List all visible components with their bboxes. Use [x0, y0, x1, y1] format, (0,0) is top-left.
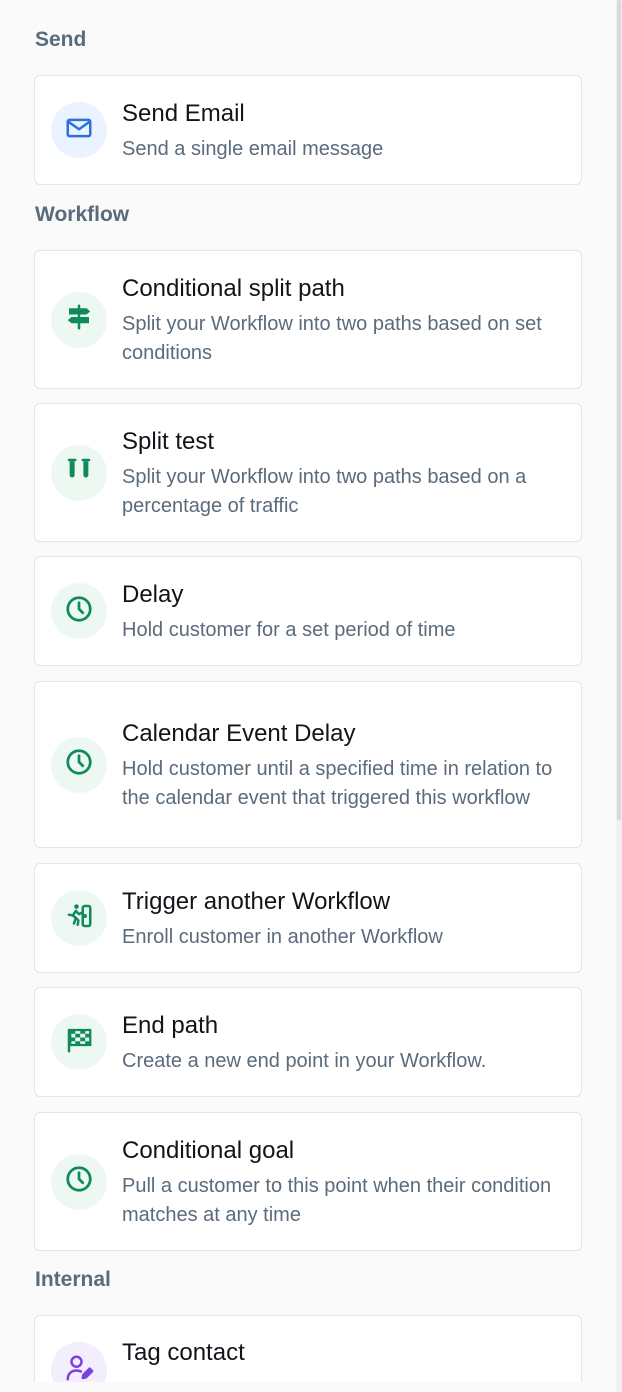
conditional-split-icon-wrap	[51, 291, 107, 348]
envelope-icon	[64, 113, 94, 148]
action-description: Hold customer for a set period of time	[122, 618, 456, 641]
signpost-icon	[64, 302, 94, 337]
trigger-workflow-icon-wrap	[51, 890, 107, 946]
action-description: Split your Workflow into two paths based…	[122, 312, 542, 364]
calendar-delay-icon-wrap	[51, 736, 107, 793]
action-card-tag-contact[interactable]: Tag contact	[34, 1315, 582, 1392]
action-description: Send a single email message	[122, 137, 384, 160]
calendar-delay-text: Calendar Event Delay Hold customer until…	[122, 717, 567, 813]
end-path-text: End path Create a new end point in your …	[122, 1009, 567, 1076]
section-title-workflow: Workflow	[35, 203, 130, 226]
action-card-conditional-split-path[interactable]: Conditional split path Split your Workfl…	[34, 250, 582, 389]
action-title: Delay	[122, 580, 184, 608]
action-card-end-path[interactable]: End path Create a new end point in your …	[34, 987, 582, 1097]
action-title: Tag contact	[122, 1339, 245, 1366]
action-card-send-email[interactable]: Send Email Send a single email message	[34, 75, 582, 185]
clock-icon	[64, 747, 94, 782]
section-title-send: Send	[35, 28, 87, 51]
section-workflow: Workflow	[34, 203, 129, 227]
delay-icon-wrap	[51, 583, 107, 639]
section-title-internal: Internal	[35, 1268, 111, 1291]
scrollbar-thumb[interactable]	[617, 0, 621, 820]
action-title: Conditional goal	[122, 1136, 295, 1164]
finish-flag-icon	[64, 1025, 94, 1060]
clock-icon	[64, 1164, 94, 1199]
delay-text: Delay Hold customer for a set period of …	[122, 578, 567, 645]
action-title: Conditional split path	[122, 274, 345, 302]
action-title: Send Email	[122, 99, 245, 127]
split-test-text: Split test Split your Workflow into two …	[122, 425, 567, 521]
action-description: Pull a customer to this point when their…	[122, 1174, 552, 1226]
conditional-goal-text: Conditional goal Pull a customer to this…	[122, 1134, 567, 1230]
test-tubes-icon	[64, 455, 94, 490]
section-internal: Internal	[34, 1268, 111, 1292]
scrollbar-track[interactable]	[616, 0, 622, 1392]
send-email-text: Send Email Send a single email message	[122, 97, 567, 164]
conditional-split-text: Conditional split path Split your Workfl…	[122, 272, 567, 368]
section-send: Send	[34, 28, 86, 52]
clock-icon	[64, 594, 94, 629]
action-card-trigger-workflow[interactable]: Trigger another Workflow Enroll customer…	[34, 863, 582, 973]
action-description: Enroll customer in another Workflow	[122, 925, 443, 948]
action-description: Hold customer until a specified time in …	[122, 757, 553, 809]
bottom-edge	[0, 1382, 622, 1392]
actions-panel: Send Send Email Send a single email mess…	[0, 0, 622, 1392]
action-card-delay[interactable]: Delay Hold customer for a set period of …	[34, 556, 582, 666]
action-card-calendar-event-delay[interactable]: Calendar Event Delay Hold customer until…	[34, 681, 582, 848]
action-card-split-test[interactable]: Split test Split your Workflow into two …	[34, 403, 582, 542]
action-card-conditional-goal[interactable]: Conditional goal Pull a customer to this…	[34, 1112, 582, 1251]
conditional-goal-icon-wrap	[51, 1153, 107, 1210]
action-title: End path	[122, 1011, 219, 1039]
send-email-icon-wrap	[51, 102, 107, 158]
tag-contact-text: Tag contact	[122, 1336, 567, 1368]
split-test-icon-wrap	[51, 444, 107, 501]
person-running-door-icon	[64, 901, 94, 936]
end-path-icon-wrap	[51, 1014, 107, 1070]
action-description: Split your Workflow into two paths based…	[122, 465, 527, 517]
action-title: Trigger another Workflow	[122, 887, 391, 915]
trigger-workflow-text: Trigger another Workflow Enroll customer…	[122, 885, 567, 952]
action-title: Calendar Event Delay	[122, 719, 356, 747]
action-description: Create a new end point in your Workflow.	[122, 1049, 487, 1072]
action-title: Split test	[122, 427, 215, 455]
